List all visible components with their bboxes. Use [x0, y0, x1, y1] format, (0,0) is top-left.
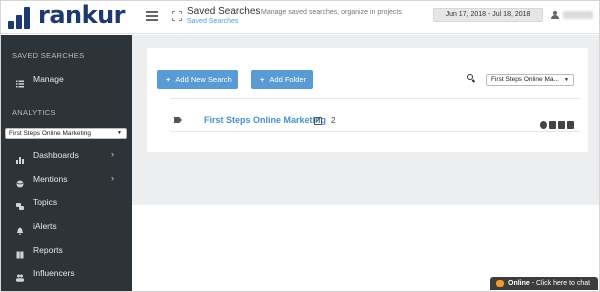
sidebar-select-value: First Steps Online Marketing: [9, 130, 92, 137]
comments-icon: [16, 198, 24, 210]
select-value: First Steps Online Ma...: [491, 76, 559, 83]
book-icon: [16, 246, 24, 259]
mention-count: 2: [331, 116, 336, 125]
menu-toggle-icon[interactable]: [146, 11, 158, 21]
caret-down-icon: ▼: [117, 130, 122, 136]
sidebar-item-label: iAlerts: [33, 221, 57, 231]
sidebar-search-select[interactable]: First Steps Online Marketing ▼: [5, 128, 127, 139]
sidebar-section-analytics: ANALYTICS: [12, 108, 56, 117]
saved-searches-panel: [147, 48, 588, 152]
expand-icon[interactable]: [172, 11, 182, 21]
plus-icon: +: [260, 75, 265, 84]
users-icon: [16, 269, 24, 282]
caret-down-icon: ▼: [564, 77, 569, 83]
sidebar-item-dashboards[interactable]: Dashboards ›: [1, 145, 132, 165]
add-folder-button[interactable]: + Add Folder: [251, 70, 313, 89]
search-filter-select[interactable]: First Steps Online Ma... ▼: [486, 74, 574, 86]
rankur-logo[interactable]: rankur: [8, 1, 136, 31]
add-new-search-button[interactable]: + Add New Search: [157, 70, 238, 89]
display-icon[interactable]: [567, 121, 574, 129]
breadcrumb[interactable]: Saved Searches: [187, 18, 238, 25]
chat-message: - Click here to chat: [529, 280, 591, 287]
bar-chart-icon: [16, 151, 24, 164]
sidebar-item-ialerts[interactable]: iAlerts: [1, 216, 132, 236]
chevron-right-icon: ›: [111, 149, 114, 159]
list-icon: [16, 75, 24, 88]
saved-search-link[interactable]: First Steps Online Marketing: [204, 115, 326, 125]
button-label: Add Folder: [269, 75, 307, 84]
logo-text: rankur: [38, 1, 126, 29]
chat-widget[interactable]: Online - Click here to chat: [490, 277, 598, 290]
edit-icon[interactable]: [314, 117, 322, 125]
sidebar-item-influencers[interactable]: Influencers: [1, 263, 132, 283]
bell-icon: [16, 222, 24, 235]
user-icon[interactable]: [551, 11, 559, 19]
sidebar-item-label: Reports: [33, 245, 63, 255]
divider: [170, 131, 580, 132]
sidebar-section-saved-searches: SAVED SEARCHES: [12, 51, 85, 60]
sidebar-item-label: Influencers: [33, 268, 75, 278]
gear-icon[interactable]: [540, 121, 547, 129]
sidebar-item-label: Mentions: [33, 174, 68, 184]
user-name-blurred[interactable]: [563, 11, 593, 19]
trash-icon[interactable]: [549, 121, 556, 129]
sidebar-item-label: Manage: [33, 74, 64, 84]
sidebar: SAVED SEARCHES Manage ANALYTICS First St…: [1, 35, 132, 291]
row-actions: [540, 116, 576, 129]
page-description: Manage saved searches, organize in proje…: [261, 9, 402, 16]
chevron-right-icon: ›: [111, 173, 114, 183]
logo-bars-icon: [8, 7, 38, 29]
globe-icon: [16, 175, 24, 188]
divider: [170, 98, 580, 99]
chat-status: Online: [508, 280, 530, 287]
sidebar-item-manage[interactable]: Manage: [1, 69, 132, 89]
sidebar-item-label: Topics: [33, 197, 58, 207]
sidebar-item-label: Dashboards: [33, 150, 79, 160]
chat-text: Online - Click here to chat: [508, 277, 590, 290]
page-title: Saved Searches: [187, 6, 261, 17]
button-label: Add New Search: [175, 75, 232, 84]
chat-bubble-icon: [496, 280, 504, 287]
rss-icon[interactable]: [558, 121, 565, 129]
sidebar-item-mentions[interactable]: Mentions ›: [1, 169, 132, 189]
sidebar-item-reports[interactable]: Reports: [1, 240, 132, 260]
search-icon[interactable]: [467, 74, 476, 83]
sidebar-item-topics[interactable]: Topics: [1, 192, 132, 212]
date-range-picker[interactable]: Jun 17, 2018 - Jul 18, 2018: [433, 8, 543, 22]
plus-icon: +: [166, 75, 171, 84]
